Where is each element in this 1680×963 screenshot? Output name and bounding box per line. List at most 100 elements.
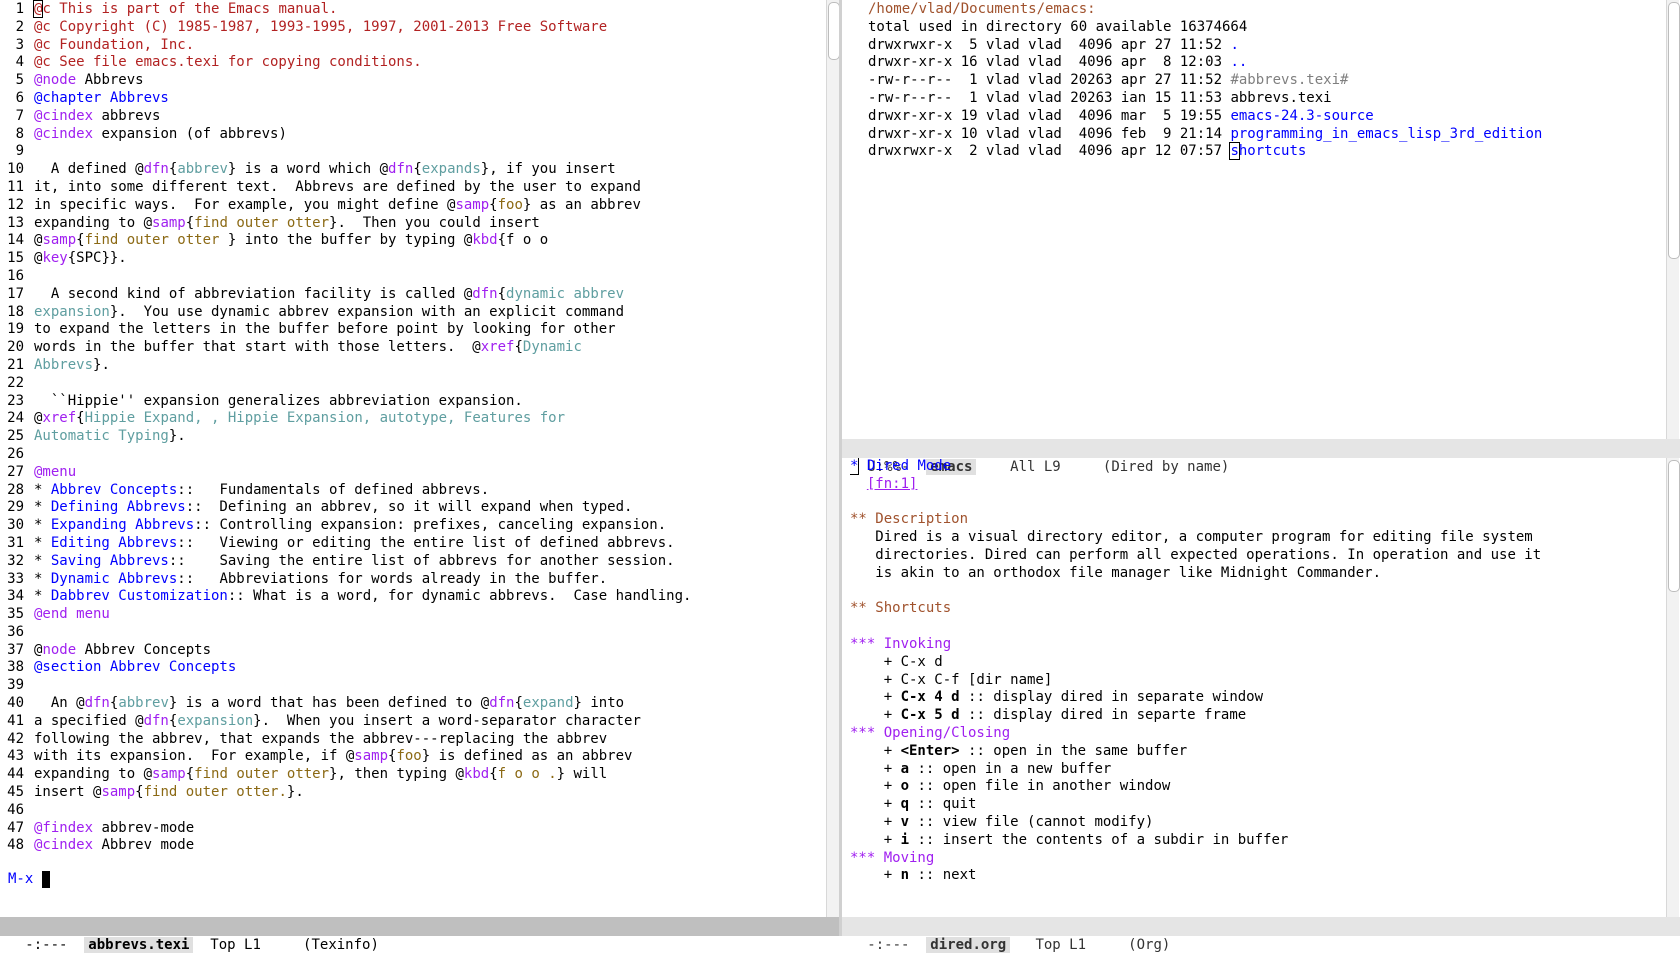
org-line[interactable]: * Dired Mode (850, 458, 1648, 476)
texinfo-line[interactable]: 4 @c See file emacs.texi for copying cond… (0, 54, 826, 72)
org-line[interactable] (850, 583, 1648, 601)
org-line[interactable]: + i :: insert the contents of a subdir i… (850, 832, 1648, 850)
texinfo-line[interactable]: 12 in specific ways. For example, you mig… (0, 197, 826, 215)
dired-entry[interactable]: -rw-r--r-- 1 vlad vlad 20263 apr 27 11:5… (868, 72, 1648, 90)
texinfo-line[interactable]: 6 @chapter Abbrevs (0, 90, 826, 108)
texinfo-line[interactable]: 20 words in the buffer that start with th… (0, 339, 826, 357)
org-scrollbar[interactable] (1666, 458, 1680, 917)
texinfo-line[interactable]: 46 (0, 802, 826, 820)
dired-entry[interactable]: drwxrwxr-x 2 vlad vlad 4096 apr 12 07:57… (868, 142, 1648, 161)
texinfo-line[interactable]: 9 (0, 143, 826, 161)
texinfo-line[interactable]: 16 (0, 268, 826, 286)
texinfo-modeline[interactable]: -:--- abbrevs.texi Top L1 (Texinfo) (0, 917, 840, 953)
texinfo-line[interactable]: 36 (0, 624, 826, 642)
org-line[interactable]: + o :: open file in another window (850, 778, 1648, 796)
dired-entry-name[interactable]: abbrevs.texi (1230, 90, 1331, 106)
dired-entry-name[interactable]: programming_in_emacs_lisp_3rd_edition (1230, 126, 1542, 142)
org-line[interactable]: *** Invoking (850, 636, 1648, 654)
org-modeline[interactable]: -:--- dired.org Top L1 (Org) (842, 917, 1680, 953)
texinfo-line[interactable]: 45 insert @samp{find outer otter.}. (0, 784, 826, 802)
texinfo-line[interactable]: 8 @cindex expansion (of abbrevs) (0, 126, 826, 144)
dired-entry-name[interactable]: emacs-24.3-source (1230, 108, 1373, 124)
texinfo-line[interactable]: 15 @key{SPC}}. (0, 250, 826, 268)
texinfo-line[interactable]: 29 * Defining Abbrevs:: Defining an abbre… (0, 499, 826, 517)
org-pane[interactable]: * Dired Mode [fn:1] ** Description Dired … (850, 458, 1648, 917)
org-buffer-text[interactable]: * Dired Mode [fn:1] ** Description Dired … (850, 458, 1648, 885)
texinfo-line[interactable]: 32 * Saving Abbrevs:: Saving the entire l… (0, 553, 826, 571)
org-scrollbar-thumb[interactable] (1668, 460, 1680, 592)
texinfo-line[interactable]: 28 * Abbrev Concepts:: Fundamentals of de… (0, 482, 826, 500)
texinfo-line[interactable]: 13 expanding to @samp{find outer otter}. … (0, 215, 826, 233)
left-scrollbar[interactable] (826, 0, 840, 917)
window-divider[interactable] (839, 0, 842, 936)
dired-entry[interactable]: -rw-r--r-- 1 vlad vlad 20263 ian 15 11:5… (868, 90, 1648, 108)
texinfo-line[interactable]: 44 expanding to @samp{find outer otter}, … (0, 766, 826, 784)
texinfo-line[interactable]: 41 a specified @dfn{expansion}. When you … (0, 713, 826, 731)
dired-file-list[interactable]: drwxrwxr-x 5 vlad vlad 4096 apr 27 11:52… (868, 37, 1648, 162)
texinfo-line[interactable]: 11 it, into some different text. Abbrevs … (0, 179, 826, 197)
texinfo-line[interactable]: 38 @section Abbrev Concepts (0, 659, 826, 677)
texinfo-line[interactable]: 34 * Dabbrev Customization:: What is a wo… (0, 588, 826, 606)
org-line[interactable]: directories. Dired can perform all expec… (850, 547, 1648, 565)
org-line[interactable]: + C-x 5 d :: display dired in separte fr… (850, 707, 1648, 725)
texinfo-line[interactable]: 27 @menu (0, 464, 826, 482)
org-line[interactable]: + C-x d (850, 654, 1648, 672)
texinfo-line[interactable]: 25 Automatic Typing}. (0, 428, 826, 446)
texinfo-line[interactable]: 24 @xref{Hippie Expand, , Hippie Expansio… (0, 410, 826, 428)
dired-modeline[interactable]: U:%%- emacs All L9 (Dired by name) (842, 439, 1680, 475)
texinfo-line[interactable]: 7 @cindex abbrevs (0, 108, 826, 126)
dired-entry[interactable]: drwxr-xr-x 10 vlad vlad 4096 feb 9 21:14… (868, 126, 1648, 144)
texinfo-line[interactable]: 18 expansion}. You use dynamic abbrev exp… (0, 304, 826, 322)
texinfo-line[interactable]: 33 * Dynamic Abbrevs:: Abbreviations for … (0, 571, 826, 589)
org-line[interactable]: + <Enter> :: open in the same buffer (850, 743, 1648, 761)
dired-entry-name[interactable]: #abbrevs.texi# (1230, 72, 1348, 88)
org-line[interactable]: + a :: open in a new buffer (850, 761, 1648, 779)
dired-entry[interactable]: drwxr-xr-x 19 vlad vlad 4096 mar 5 19:55… (868, 108, 1648, 126)
texinfo-line[interactable]: 43 with its expansion. For example, if @s… (0, 748, 826, 766)
org-line[interactable]: ** Shortcuts (850, 600, 1648, 618)
dired-entry-name[interactable]: shortcuts (1229, 142, 1306, 161)
org-line[interactable]: + v :: view file (cannot modify) (850, 814, 1648, 832)
org-line[interactable]: + C-x C-f [dir name] (850, 672, 1648, 690)
texinfo-line[interactable]: 39 (0, 677, 826, 695)
org-line[interactable]: [fn:1] (850, 476, 1648, 494)
texinfo-line[interactable]: 5 @node Abbrevs (0, 72, 826, 90)
org-line[interactable]: + C-x 4 d :: display dired in separate w… (850, 689, 1648, 707)
texinfo-line[interactable]: 47 @findex abbrev-mode (0, 820, 826, 838)
texinfo-line[interactable]: 42 following the abbrev, that expands the… (0, 731, 826, 749)
dired-entry-name[interactable]: .. (1230, 54, 1247, 70)
org-line[interactable]: *** Opening/Closing (850, 725, 1648, 743)
dired-entry-name[interactable]: . (1230, 37, 1238, 53)
dired-scrollbar[interactable] (1666, 0, 1680, 439)
org-line[interactable]: *** Moving (850, 850, 1648, 868)
texinfo-line[interactable]: 14 @samp{find outer otter } into the buff… (0, 232, 826, 250)
texinfo-line[interactable]: 30 * Expanding Abbrevs:: Controlling expa… (0, 517, 826, 535)
org-line[interactable]: + q :: quit (850, 796, 1648, 814)
dired-scrollbar-thumb[interactable] (1668, 2, 1680, 259)
texinfo-editor-pane[interactable]: 1 @c This is part of the Emacs manual. 2 @c… (0, 0, 826, 917)
texinfo-buffer-text[interactable]: 1 @c This is part of the Emacs manual. 2 @c… (0, 0, 826, 855)
texinfo-line[interactable]: 3 @c Foundation, Inc. (0, 37, 826, 55)
texinfo-line[interactable]: 21 Abbrevs}. (0, 357, 826, 375)
texinfo-line[interactable]: 17 A second kind of abbreviation facilit… (0, 286, 826, 304)
texinfo-line[interactable]: 40 An @dfn{abbrev} is a word that has be… (0, 695, 826, 713)
dired-entry[interactable]: drwxrwxr-x 5 vlad vlad 4096 apr 27 11:52… (868, 37, 1648, 55)
texinfo-line[interactable]: 10 A defined @dfn{abbrev} is a word whic… (0, 161, 826, 179)
texinfo-line[interactable]: 19 to expand the letters in the buffer be… (0, 321, 826, 339)
texinfo-line[interactable]: 37 @node Abbrev Concepts (0, 642, 826, 660)
texinfo-line[interactable]: 23 ``Hippie'' expansion generalizes abbr… (0, 393, 826, 411)
texinfo-line[interactable]: 2 @c Copyright (C) 1985-1987, 1993-1995, … (0, 19, 826, 37)
org-line[interactable] (850, 494, 1648, 512)
org-line[interactable]: is akin to an orthodox file manager like… (850, 565, 1648, 583)
org-line[interactable]: ** Description (850, 511, 1648, 529)
minibuffer[interactable]: M-x (0, 870, 1680, 889)
dired-pane[interactable]: /home/vlad/Documents/emacs: total used i… (868, 0, 1648, 439)
org-line[interactable] (850, 618, 1648, 636)
texinfo-line[interactable]: 48 @cindex Abbrev mode (0, 837, 826, 855)
texinfo-line[interactable]: 22 (0, 375, 826, 393)
modeline-buffer-name[interactable]: dired.org (926, 937, 1011, 953)
org-line[interactable]: Dired is a visual directory editor, a co… (850, 529, 1648, 547)
texinfo-line[interactable]: 1 @c This is part of the Emacs manual. (0, 0, 826, 19)
dired-entry[interactable]: drwxr-xr-x 16 vlad vlad 4096 apr 8 12:03… (868, 54, 1648, 72)
texinfo-line[interactable]: 31 * Editing Abbrevs:: Viewing or editing… (0, 535, 826, 553)
